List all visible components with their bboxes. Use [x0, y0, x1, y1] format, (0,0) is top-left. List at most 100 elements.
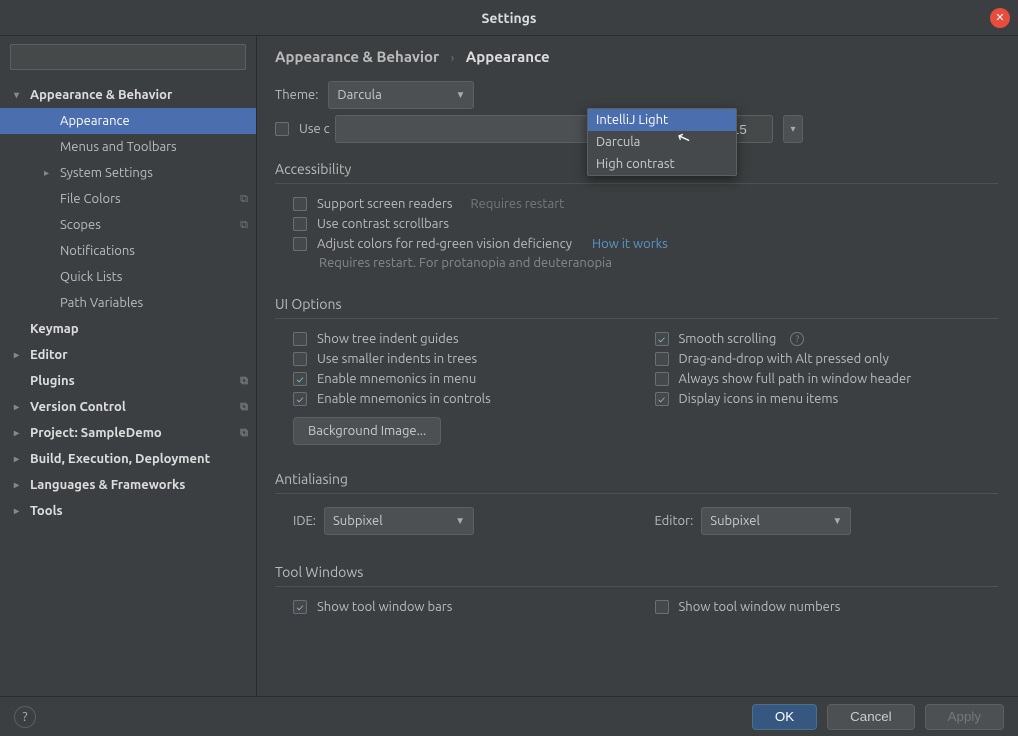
chevron-icon — [14, 89, 28, 101]
window-title: Settings — [481, 10, 536, 26]
screen-readers-hint: Requires restart — [471, 197, 565, 211]
deficiency-note: Requires restart. For protanopia and deu… — [275, 256, 998, 270]
aa-editor-dropdown[interactable]: Subpixel ▼ — [701, 507, 851, 535]
chevron-down-icon: ▼ — [455, 515, 465, 527]
contrast-scrollbars-label: Use contrast scrollbars — [317, 217, 449, 231]
sidebar-item-appearance-behavior[interactable]: Appearance & Behavior — [0, 82, 256, 108]
sidebar-item-notifications[interactable]: Notifications — [0, 238, 256, 264]
tree-guides-label: Show tree indent guides — [317, 332, 459, 346]
custom-font-checkbox[interactable] — [275, 122, 289, 136]
sidebar-item-editor[interactable]: Editor — [0, 342, 256, 368]
contrast-scrollbars-checkbox[interactable] — [293, 217, 307, 231]
mnemonics-menu-label: Enable mnemonics in menu — [317, 372, 476, 386]
sidebar-item-project-sampledemo[interactable]: Project: SampleDemo ⧉ — [0, 420, 256, 446]
tw-bars-label: Show tool window bars — [317, 600, 452, 614]
chevron-icon — [44, 167, 58, 179]
sidebar-item-label: Path Variables — [60, 296, 143, 310]
how-it-works-link[interactable]: How it works — [592, 237, 668, 251]
size-stepper[interactable]: ▾ — [783, 115, 803, 143]
full-path-label: Always show full path in window header — [679, 372, 912, 386]
theme-options-popup: IntelliJ LightDarculaHigh contrast — [587, 108, 737, 176]
sidebar-item-label: File Colors — [60, 192, 121, 206]
info-icon[interactable]: ? — [790, 332, 804, 346]
theme-option-high-contrast[interactable]: High contrast — [588, 153, 736, 175]
breadcrumb: Appearance & Behavior › Appearance — [275, 48, 998, 65]
tw-bars-checkbox[interactable] — [293, 600, 307, 614]
search-input[interactable] — [10, 44, 246, 70]
sidebar-item-label: Build, Execution, Deployment — [30, 452, 210, 466]
tool-windows-heading: Tool Windows — [275, 564, 998, 580]
mnemonics-controls-checkbox[interactable] — [293, 392, 307, 406]
chevron-down-icon: ▼ — [832, 515, 842, 527]
copy-icon: ⧉ — [240, 375, 248, 388]
sidebar-item-system-settings[interactable]: System Settings — [0, 160, 256, 186]
sidebar-item-build-execution-deployment[interactable]: Build, Execution, Deployment — [0, 446, 256, 472]
ok-button[interactable]: OK — [752, 704, 817, 730]
aa-ide-dropdown[interactable]: Subpixel ▼ — [324, 507, 474, 535]
icons-menu-checkbox[interactable] — [655, 392, 669, 406]
sidebar-item-version-control[interactable]: Version Control⧉ — [0, 394, 256, 420]
background-image-button[interactable]: Background Image... — [293, 417, 441, 445]
tw-numbers-checkbox[interactable] — [655, 600, 669, 614]
mnemonics-controls-label: Enable mnemonics in controls — [317, 392, 491, 406]
breadcrumb-leaf: Appearance — [466, 48, 550, 65]
tw-numbers-label: Show tool window numbers — [679, 600, 841, 614]
sidebar-item-label: Appearance & Behavior — [30, 88, 172, 102]
sidebar-item-appearance[interactable]: Appearance — [0, 108, 256, 134]
chevron-icon — [14, 401, 28, 413]
custom-font-label: Use c — [299, 122, 330, 136]
sidebar: ⌕ Appearance & BehaviorAppearanceMenus a… — [0, 36, 257, 696]
chevron-down-icon: ▼ — [456, 89, 466, 101]
screen-readers-label: Support screen readers — [317, 197, 453, 211]
apply-button[interactable]: Apply — [925, 704, 1004, 730]
sidebar-item-label: Keymap — [30, 322, 79, 336]
breadcrumb-parent: Appearance & Behavior — [275, 48, 439, 65]
smaller-indents-label: Use smaller indents in trees — [317, 352, 477, 366]
sidebar-item-keymap[interactable]: Keymap — [0, 316, 256, 342]
sidebar-item-tools[interactable]: Tools — [0, 498, 256, 524]
chevron-icon — [14, 453, 28, 465]
copy-icon: ⧉ — [240, 427, 248, 440]
close-icon[interactable]: ✕ — [990, 8, 1010, 28]
dnd-alt-label: Drag-and-drop with Alt pressed only — [679, 352, 889, 366]
sidebar-item-label: Editor — [30, 348, 68, 362]
sidebar-item-label: System Settings — [60, 166, 153, 180]
smaller-indents-checkbox[interactable] — [293, 352, 307, 366]
sidebar-item-plugins[interactable]: Plugins ⧉ — [0, 368, 256, 394]
sidebar-item-label: Project: SampleDemo — [30, 426, 162, 440]
sidebar-item-languages-frameworks[interactable]: Languages & Frameworks — [0, 472, 256, 498]
dnd-alt-checkbox[interactable] — [655, 352, 669, 366]
theme-option-darcula[interactable]: Darcula — [588, 131, 736, 153]
sidebar-item-file-colors[interactable]: File Colors⧉ — [0, 186, 256, 212]
cancel-button[interactable]: Cancel — [827, 704, 915, 730]
screen-readers-checkbox[interactable] — [293, 197, 307, 211]
antialiasing-heading: Antialiasing — [275, 471, 998, 487]
help-button[interactable]: ? — [14, 706, 36, 728]
chevron-right-icon: › — [443, 52, 462, 65]
sidebar-item-label: Notifications — [60, 244, 135, 258]
sidebar-item-label: Plugins — [30, 374, 75, 388]
tree-guides-checkbox[interactable] — [293, 332, 307, 346]
color-deficiency-checkbox[interactable] — [293, 237, 307, 251]
titlebar: Settings ✕ — [0, 0, 1018, 36]
sidebar-item-path-variables[interactable]: Path Variables — [0, 290, 256, 316]
smooth-scroll-checkbox[interactable] — [655, 332, 669, 346]
theme-selected: Darcula — [337, 88, 381, 102]
sidebar-item-scopes[interactable]: Scopes⧉ — [0, 212, 256, 238]
icons-menu-label: Display icons in menu items — [679, 392, 839, 406]
theme-label: Theme: — [275, 88, 318, 102]
chevron-icon — [14, 349, 28, 361]
sidebar-item-label: Tools — [30, 504, 63, 518]
sidebar-item-quick-lists[interactable]: Quick Lists — [0, 264, 256, 290]
theme-option-intellij-light[interactable]: IntelliJ Light — [588, 109, 736, 131]
sidebar-item-label: Menus and Toolbars — [60, 140, 177, 154]
full-path-checkbox[interactable] — [655, 372, 669, 386]
sidebar-item-label: Appearance — [60, 114, 130, 128]
theme-dropdown[interactable]: Darcula ▼ — [328, 81, 474, 109]
smooth-scroll-label: Smooth scrolling — [679, 332, 777, 346]
chevron-icon — [14, 427, 28, 439]
settings-tree: Appearance & Behavior Appearance Menus and… — [0, 78, 256, 696]
sidebar-item-label: Languages & Frameworks — [30, 478, 185, 492]
sidebar-item-menus-and-toolbars[interactable]: Menus and Toolbars — [0, 134, 256, 160]
mnemonics-menu-checkbox[interactable] — [293, 372, 307, 386]
